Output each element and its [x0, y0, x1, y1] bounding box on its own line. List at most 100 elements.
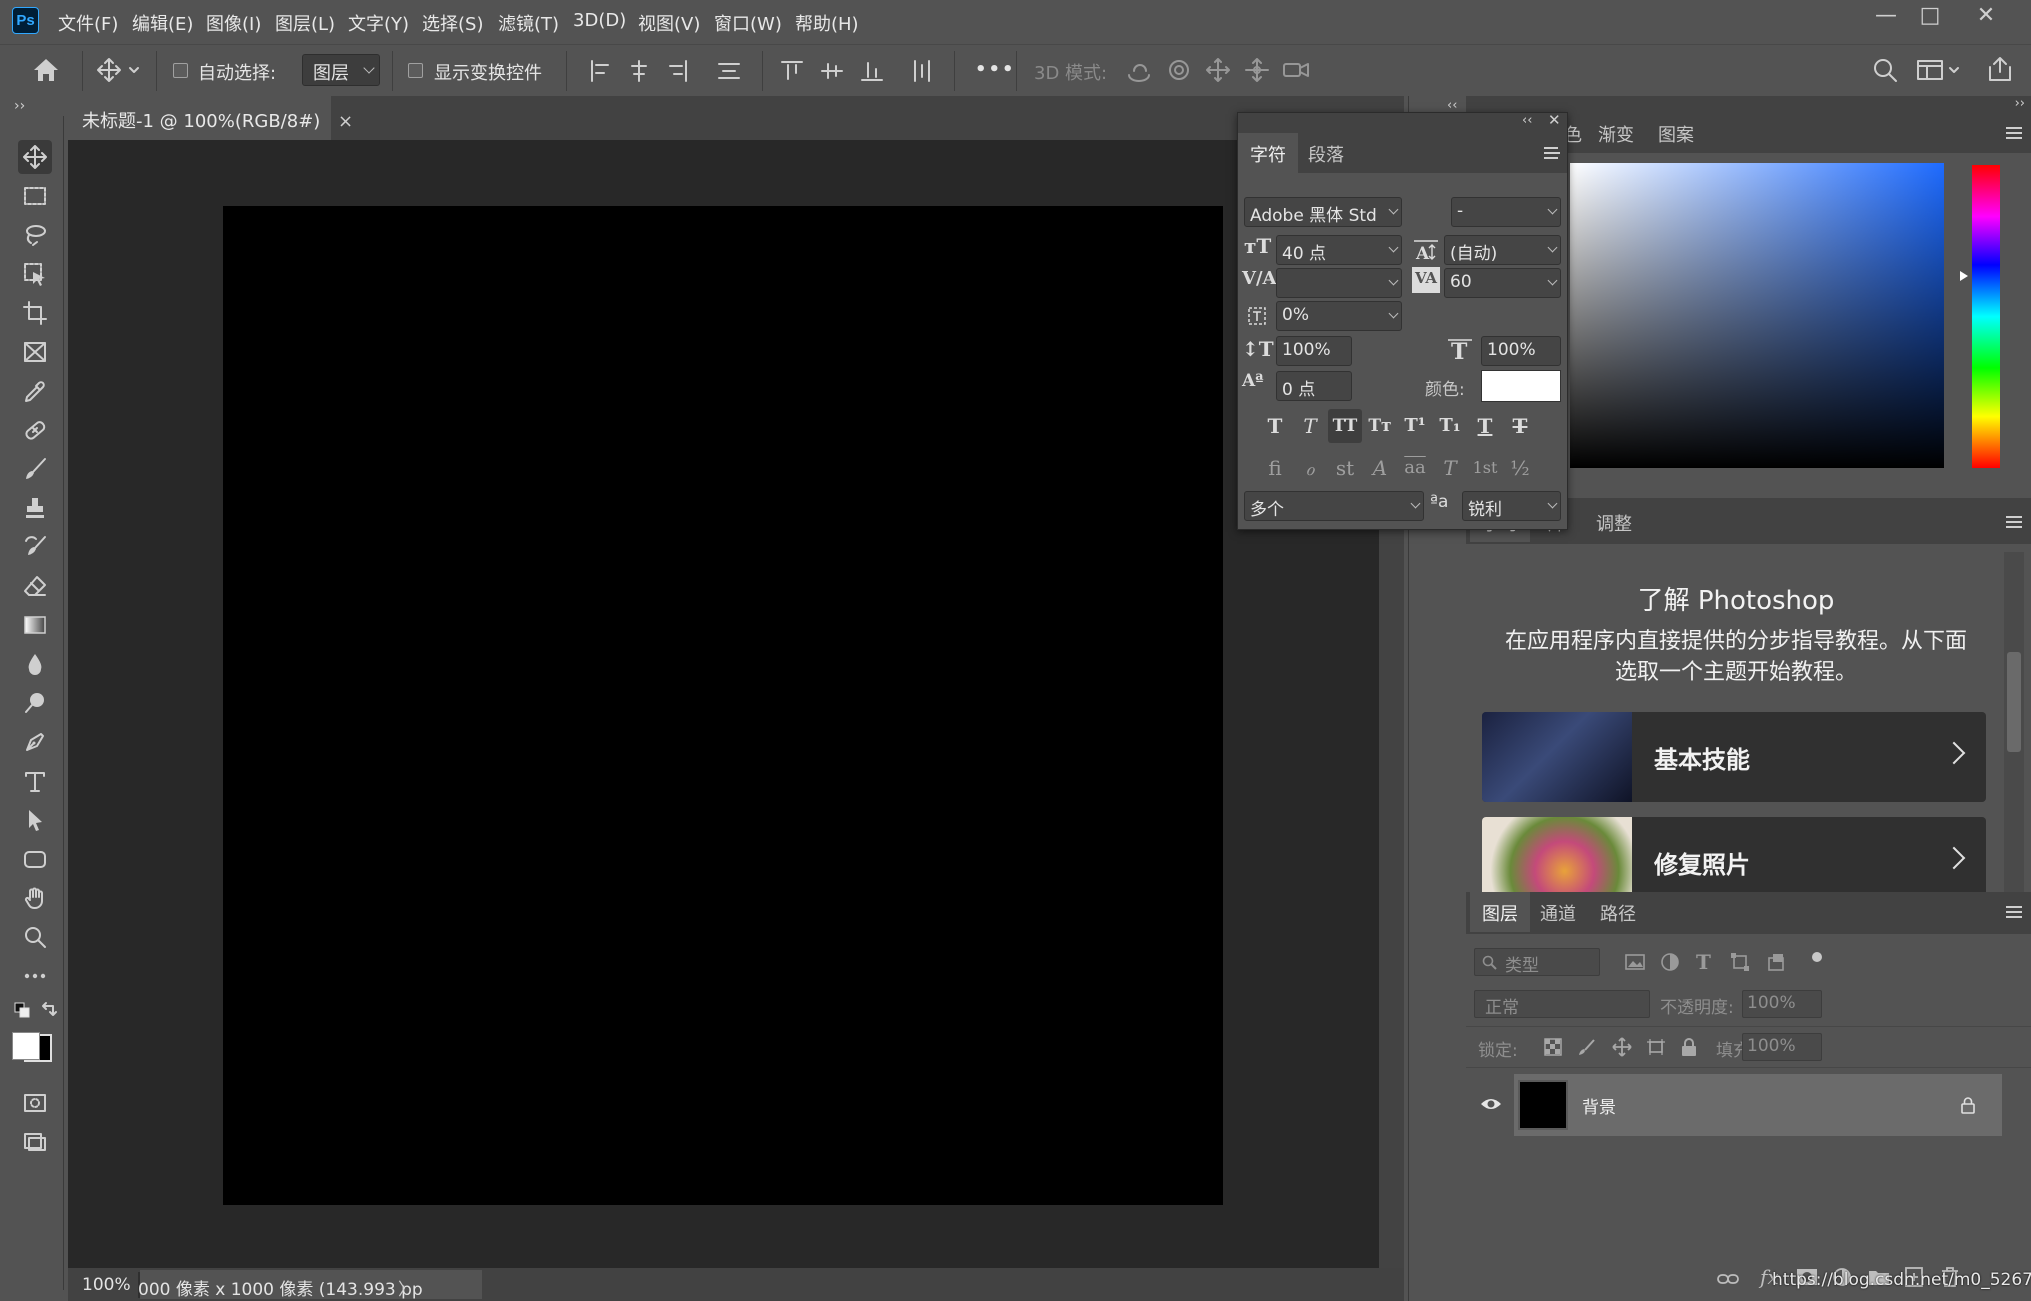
titling-alternates-button[interactable]: T	[1433, 451, 1467, 485]
3d-orbit-icon[interactable]	[1126, 59, 1152, 83]
learn-panel-menu-icon[interactable]	[2006, 516, 2022, 528]
close-tab-icon[interactable]: ×	[338, 111, 353, 132]
align-vcenter-icon[interactable]	[820, 59, 844, 83]
menu-file[interactable]: 文件(F)	[58, 10, 118, 36]
minimize-button[interactable]: —	[1870, 2, 1902, 32]
default-colors-icon[interactable]	[14, 1002, 30, 1018]
collapse-dock-icon[interactable]: ››	[2015, 96, 2025, 111]
distribute-icon[interactable]	[717, 59, 741, 83]
tracking-field[interactable]: 60	[1444, 268, 1561, 298]
lock-pixels-icon[interactable]	[1578, 1038, 1596, 1056]
path-select-tool-icon[interactable]	[18, 803, 52, 837]
leading-field[interactable]: (自动)	[1444, 235, 1561, 265]
auto-select-dropdown[interactable]: 图层	[302, 54, 380, 86]
filter-type-icon[interactable]: T	[1696, 950, 1711, 974]
hand-tool-icon[interactable]	[18, 881, 52, 915]
show-transform-checkbox[interactable]	[408, 63, 423, 78]
3d-slide-icon[interactable]	[1244, 57, 1270, 83]
edit-toolbar-icon[interactable]	[18, 959, 52, 993]
stylistic-alternates-button[interactable]: aa	[1398, 451, 1432, 485]
menu-view[interactable]: 视图(V)	[638, 10, 700, 36]
crop-tool-icon[interactable]	[18, 296, 52, 330]
tab-paragraph[interactable]: 段落	[1296, 133, 1356, 173]
menu-layer[interactable]: 图层(L)	[275, 10, 335, 36]
healing-brush-tool-icon[interactable]	[18, 413, 52, 447]
contextual-alternates-button[interactable]: ℴ	[1293, 451, 1327, 485]
move-tool-icon[interactable]	[18, 140, 52, 174]
fill-field[interactable]: 100%	[1742, 1033, 1822, 1061]
hue-slider-handle[interactable]	[1960, 271, 1968, 281]
vertical-scale-field[interactable]: 100%	[1276, 336, 1352, 366]
tab-character[interactable]: 字符	[1238, 133, 1298, 173]
baseline-shift-field[interactable]: 0 点	[1276, 371, 1352, 401]
menu-filter[interactable]: 滤镜(T)	[498, 10, 559, 36]
gradient-tool-icon[interactable]	[18, 608, 52, 642]
link-layers-icon[interactable]	[1716, 1269, 1740, 1289]
lock-transparent-icon[interactable]	[1544, 1038, 1562, 1056]
ordinals-button[interactable]: 1st	[1468, 451, 1502, 485]
tab-adjustments[interactable]: 调整	[1584, 502, 1644, 542]
faux-italic-button[interactable]: T	[1293, 409, 1327, 443]
filter-smart-object-icon[interactable]	[1766, 952, 1786, 972]
align-top-icon[interactable]	[780, 59, 804, 83]
font-style-dropdown[interactable]: -	[1451, 197, 1561, 227]
tab-paths[interactable]: 路径	[1588, 892, 1648, 932]
tab-channels[interactable]: 通道	[1528, 892, 1588, 932]
distribute-vertical-icon[interactable]	[910, 59, 934, 83]
collapse-panel-icon[interactable]: ‹‹	[1522, 113, 1532, 128]
zoom-tool-icon[interactable]	[18, 920, 52, 954]
object-select-tool-icon[interactable]	[18, 257, 52, 291]
font-family-dropdown[interactable]: Adobe 黑体 Std	[1244, 197, 1402, 227]
move-tool-preset-icon[interactable]	[96, 57, 140, 83]
eraser-tool-icon[interactable]	[18, 569, 52, 603]
collapse-column-icon[interactable]: ‹‹	[1447, 98, 1457, 113]
menu-window[interactable]: 窗口(W)	[714, 10, 782, 36]
text-color-swatch[interactable]	[1481, 370, 1561, 402]
foreground-color-swatch[interactable]	[12, 1032, 40, 1060]
blend-mode-dropdown[interactable]: 正常	[1474, 990, 1650, 1018]
tab-layers[interactable]: 图层	[1470, 892, 1530, 932]
swash-button[interactable]: A	[1363, 451, 1397, 485]
canvas[interactable]	[223, 206, 1223, 1205]
tsume-field[interactable]: 0%	[1276, 301, 1402, 331]
status-menu-chevron-icon[interactable]: 〉	[398, 1275, 415, 1300]
opacity-field[interactable]: 100%	[1742, 990, 1822, 1018]
type-tool-icon[interactable]	[18, 764, 52, 798]
share-icon[interactable]	[1986, 55, 2014, 83]
lock-artboard-icon[interactable]	[1646, 1037, 1666, 1057]
anti-alias-dropdown[interactable]: 锐利	[1462, 491, 1561, 521]
pen-tool-icon[interactable]	[18, 725, 52, 759]
3d-camera-icon[interactable]	[1282, 59, 1312, 81]
menu-3d[interactable]: 3D(D)	[573, 10, 626, 31]
layers-panel-menu-icon[interactable]	[2006, 906, 2022, 918]
align-right-icon[interactable]	[666, 59, 690, 83]
character-panel-menu-icon[interactable]	[1544, 147, 1560, 159]
layer-row[interactable]: 背景	[1466, 1074, 2002, 1136]
language-dropdown[interactable]: 多个	[1244, 491, 1424, 521]
subscript-button[interactable]: T₁	[1433, 409, 1467, 443]
menu-help[interactable]: 帮助(H)	[795, 10, 859, 36]
menu-type[interactable]: 文字(Y)	[348, 10, 409, 36]
visibility-eye-icon[interactable]	[1480, 1096, 1502, 1112]
faux-bold-button[interactable]: T	[1258, 409, 1292, 443]
layer-name[interactable]: 背景	[1582, 1093, 1616, 1118]
tab-gradients[interactable]: 渐变	[1586, 113, 1646, 153]
lock-all-icon[interactable]	[1680, 1037, 1698, 1057]
document-info[interactable]: 000 像素 x 1000 像素 (143.993 pp	[138, 1275, 423, 1300]
expand-toolbox-icon[interactable]: ››	[14, 98, 25, 114]
workspace-icon[interactable]	[1916, 57, 1962, 83]
font-size-field[interactable]: 40 点	[1276, 235, 1402, 265]
3d-pan-icon[interactable]	[1205, 57, 1231, 83]
character-panel-titlebar[interactable]: ‹‹ ✕	[1238, 111, 1567, 133]
blur-tool-icon[interactable]	[18, 647, 52, 681]
history-brush-tool-icon[interactable]	[18, 530, 52, 564]
layer-lock-icon[interactable]	[1960, 1096, 1976, 1114]
screen-mode-icon[interactable]	[18, 1125, 52, 1159]
marquee-tool-icon[interactable]	[18, 179, 52, 213]
search-icon[interactable]	[1872, 57, 1898, 83]
frame-tool-icon[interactable]	[18, 335, 52, 369]
more-options-button[interactable]: •••	[975, 59, 1016, 80]
filter-adjustment-icon[interactable]	[1660, 952, 1680, 972]
learn-scrollbar-thumb[interactable]	[2007, 652, 2021, 752]
eyedropper-tool-icon[interactable]	[18, 374, 52, 408]
